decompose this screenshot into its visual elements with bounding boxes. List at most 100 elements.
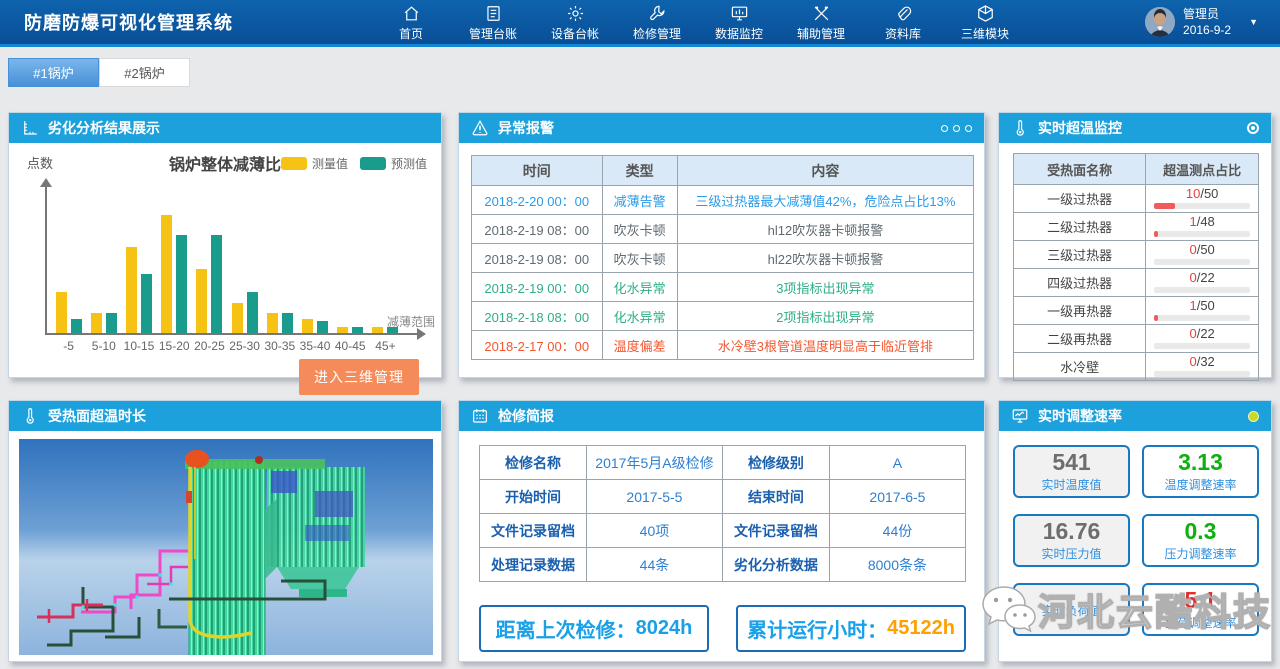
alarm-col-header: 类型 [602, 156, 677, 186]
rate-card: 0.3压力调整速率 [1142, 514, 1259, 567]
button-value: 8024h [636, 617, 693, 640]
overtemp-row: 水冷壁0/32 [1014, 353, 1259, 381]
maintenance-value: 2017-6-5 [829, 480, 965, 514]
rate-label: 压力调整速率 [1164, 545, 1236, 562]
button-label: 累计运行小时： [747, 614, 887, 643]
rate-label: 温度调整速率 [1164, 476, 1236, 493]
nav-item-monitor[interactable]: 数据监控 [711, 3, 767, 42]
boiler-3d-view[interactable] [19, 439, 433, 655]
panel-radio-indicator[interactable] [1247, 122, 1259, 134]
bar-预测值 [247, 292, 258, 333]
overtemp-col-header: 超温测点占比 [1146, 154, 1259, 185]
user-date: 2016-9-2 [1183, 22, 1231, 38]
legend-label: 预测值 [391, 155, 427, 172]
alarm-type: 吹灰卡顿 [602, 244, 677, 273]
nav-item-gear[interactable]: 设备台帐 [547, 3, 603, 42]
bar-预测值 [71, 319, 82, 333]
maintenance-label: 文件记录留档 [722, 514, 829, 548]
x-tick-label: 5-10 [86, 339, 121, 353]
alarm-row: 2018-2-18 08：00化水异常2项指标出现异常 [472, 302, 974, 331]
boiler-tabbar: #1锅炉#2锅炉 [0, 50, 1280, 95]
overtemp-ratio: 0/22 [1146, 325, 1259, 353]
panel-status-dot[interactable] [1248, 411, 1259, 422]
chevron-down-icon[interactable]: ▼ [1249, 17, 1258, 27]
avatar [1145, 7, 1175, 37]
ratio-progress-track [1154, 315, 1250, 321]
alarm-col-header: 内容 [677, 156, 973, 186]
rate-card: 实时负荷值 [1013, 583, 1130, 636]
bar-预测值 [211, 235, 222, 333]
button-value: 45122h [887, 617, 955, 640]
nav-item-cube[interactable]: 三维模块 [957, 3, 1013, 42]
maintenance-value: 44份 [829, 514, 965, 548]
total-running-hours-button[interactable]: 累计运行小时：45122h [736, 605, 966, 652]
ratio-progress-fill [1154, 315, 1158, 321]
maintenance-label: 结束时间 [722, 480, 829, 514]
overtemp-ratio: 1/50 [1146, 297, 1259, 325]
bar-group [51, 215, 86, 333]
x-axis [45, 333, 419, 335]
panel-overtemp-monitor: 实时超温监控 受热面名称超温测点占比一级过热器10/50二级过热器1/48三级过… [998, 112, 1272, 378]
user-info[interactable]: 管理员 2016-9-2 ▼ [1145, 6, 1258, 38]
maintenance-label: 处理记录数据 [480, 548, 587, 582]
calendar-icon [471, 407, 489, 425]
x-tick-label: 30-35 [262, 339, 297, 353]
bar-group [297, 215, 332, 333]
enter-3d-management-button[interactable]: 进入三维管理 [299, 359, 419, 395]
ratio-value: 0/32 [1154, 355, 1250, 368]
overtemp-row: 二级过热器1/48 [1014, 213, 1259, 241]
tab-boiler-2[interactable]: #2锅炉 [99, 58, 190, 87]
panel-realtime-rates: 实时调整速率 541实时温度值3.13温度调整速率16.76实时压力值0.3压力… [998, 400, 1272, 662]
bar-测量值 [302, 319, 313, 333]
alarm-row: 2018-2-20 00：00减薄告警三级过热器最大减薄值42%，危险点占比13… [472, 186, 974, 215]
x-tick-label: 35-40 [297, 339, 332, 353]
tab-boiler-1[interactable]: #1锅炉 [8, 58, 99, 87]
ratio-value: 1/48 [1154, 215, 1250, 228]
alarm-type: 减薄告警 [602, 186, 677, 215]
x-tick-label: 15-20 [157, 339, 192, 353]
overtemp-row: 四级过热器0/22 [1014, 269, 1259, 297]
ratio-progress-track [1154, 287, 1250, 293]
bar-预测值 [176, 235, 187, 333]
bar-group [157, 215, 192, 333]
bar-group [333, 215, 368, 333]
x-tick-label: -5 [51, 339, 86, 353]
nav-item-wrench[interactable]: 检修管理 [629, 3, 685, 42]
paperclip-icon [894, 3, 913, 23]
maintenance-row: 处理记录数据44条劣化分析数据8000条条 [480, 548, 966, 582]
chart-x-labels: -55-1010-1515-2020-2525-3030-3535-4040-4… [51, 339, 403, 353]
rate-card: 5.1负荷调整速率 [1142, 583, 1259, 636]
alarm-type: 化水异常 [602, 273, 677, 302]
bar-group [262, 215, 297, 333]
panel-title: 异常报警 [498, 118, 554, 138]
bar-测量值 [196, 269, 207, 333]
maintenance-value: 8000条条 [829, 548, 965, 582]
home-icon [402, 3, 421, 23]
panel-alarms-header: 异常报警 [459, 113, 984, 143]
cube-icon [976, 3, 995, 23]
bar-测量值 [91, 313, 102, 333]
ratio-value: 1/50 [1154, 299, 1250, 312]
bar-测量值 [161, 215, 172, 333]
bar-测量值 [126, 247, 137, 333]
since-last-maintenance-button[interactable]: 距离上次检修：8024h [479, 605, 709, 652]
maintenance-row: 检修名称2017年5月A级检修检修级别A [480, 446, 966, 480]
nav-item-ledger[interactable]: 管理台账 [465, 3, 521, 42]
app-title: 防磨防爆可视化管理系统 [24, 9, 233, 35]
panel-degradation-header: 劣化分析结果展示 [9, 113, 441, 143]
chart-legend: 测量值预测值 [281, 155, 427, 172]
nav-item-tools[interactable]: 辅助管理 [793, 3, 849, 42]
bar-group [192, 215, 227, 333]
nav-item-paperclip[interactable]: 资料库 [875, 3, 931, 42]
nav-item-home[interactable]: 首页 [383, 3, 439, 42]
panel-options-dots[interactable] [941, 125, 972, 132]
gear-icon [566, 3, 585, 23]
alarm-content: 3项指标出现异常 [677, 273, 973, 302]
x-tick-label: 10-15 [121, 339, 156, 353]
bar-预测值 [106, 313, 117, 333]
nav-label: 首页 [399, 25, 423, 42]
bar-group [227, 215, 262, 333]
maintenance-row: 文件记录留档40项文件记录留档44份 [480, 514, 966, 548]
ruler-icon [21, 119, 39, 137]
rate-label: 负荷调整速率 [1164, 614, 1236, 631]
